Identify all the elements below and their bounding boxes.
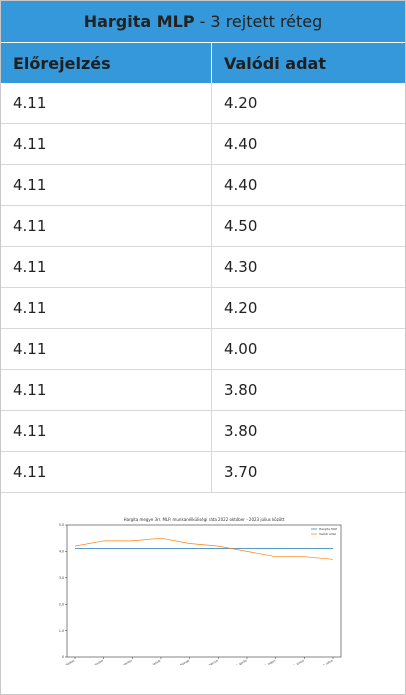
result-panel: Hargita MLP - 3 rejtett réteg Előrejelzé… — [0, 0, 406, 695]
forecast-cell: 4.11 — [1, 247, 212, 287]
x-tick-label: 2022. október — [56, 658, 76, 665]
chart-svg: Hargita megye 3rr. MLP. munkanélküliségi… — [56, 517, 342, 673]
table-row: 4.11 4.40 — [1, 165, 405, 206]
x-tick-label: 2023. július — [317, 658, 334, 665]
chart-title: Hargita megye 3rr. MLP. munkanélküliségi… — [124, 517, 285, 522]
table-row: 4.11 4.40 — [1, 124, 405, 165]
table-row: 4.11 3.80 — [1, 370, 405, 411]
legend-label: Valódi adat — [319, 532, 337, 536]
forecast-cell: 4.11 — [1, 206, 212, 246]
table-header: Előrejelzés Valódi adat — [1, 42, 405, 83]
x-tick-label: 2023. május — [259, 658, 276, 665]
actual-cell: 4.50 — [224, 217, 258, 235]
forecast-cell: 4.11 — [1, 411, 212, 451]
y-tick-label: 1.0 — [59, 629, 64, 633]
table-row: 4.11 3.80 — [1, 411, 405, 452]
x-tick-label: 2023. február — [172, 658, 191, 665]
results-table: 4.11 4.20 4.11 4.40 4.11 4.40 4.11 4.50 4.11… — [1, 83, 405, 493]
x-tick-label: 2023. március — [200, 658, 220, 665]
actual-cell: 4.00 — [224, 340, 258, 358]
table-row: 4.11 4.00 — [1, 329, 405, 370]
actual-cell: 4.40 — [224, 176, 258, 194]
x-tick-label: 2023. április — [230, 658, 247, 665]
x-tick-label: 2022. november — [82, 658, 105, 665]
actual-cell: 4.20 — [224, 94, 258, 112]
actual-cell: 3.80 — [224, 381, 258, 399]
x-tick-label: 2023. június — [288, 658, 305, 665]
forecast-cell: 4.11 — [1, 165, 212, 205]
table-row: 4.11 4.30 — [1, 247, 405, 288]
y-tick-label: 4.0 — [59, 550, 64, 554]
table-row: 4.11 4.20 — [1, 288, 405, 329]
y-tick-label: 3.0 — [59, 576, 64, 580]
header-actual: Valódi adat — [224, 53, 326, 73]
forecast-cell: 4.11 — [1, 83, 212, 123]
header-forecast: Előrejelzés — [1, 43, 212, 83]
x-tick-label: 2023. január — [144, 658, 162, 665]
legend-label: Hargita MLP — [319, 527, 337, 531]
actual-cell: 4.40 — [224, 135, 258, 153]
page-title: Hargita MLP - 3 rejtett réteg — [1, 1, 405, 42]
actual-cell: 4.20 — [224, 299, 258, 317]
forecast-cell: 4.11 — [1, 288, 212, 328]
actual-cell: 3.70 — [224, 463, 258, 481]
actual-cell: 3.80 — [224, 422, 258, 440]
unemployment-chart: Hargita megye 3rr. MLP. munkanélküliségi… — [55, 513, 355, 673]
actual-cell: 4.30 — [224, 258, 258, 276]
forecast-cell: 4.11 — [1, 124, 212, 164]
title-model: Hargita MLP — [83, 12, 195, 31]
y-tick-label: 5.0 — [59, 523, 64, 527]
forecast-cell: 4.11 — [1, 329, 212, 369]
forecast-cell: 4.11 — [1, 452, 212, 492]
table-row: 4.11 3.70 — [1, 452, 405, 493]
y-tick-label: 2.0 — [59, 602, 64, 606]
y-tick-label: 0 — [62, 655, 64, 659]
forecast-cell: 4.11 — [1, 370, 212, 410]
table-row: 4.11 4.50 — [1, 206, 405, 247]
title-layers: - 3 rejtett réteg — [199, 12, 323, 31]
table-row: 4.11 4.20 — [1, 83, 405, 124]
x-tick-label: 2022. december — [111, 658, 134, 665]
